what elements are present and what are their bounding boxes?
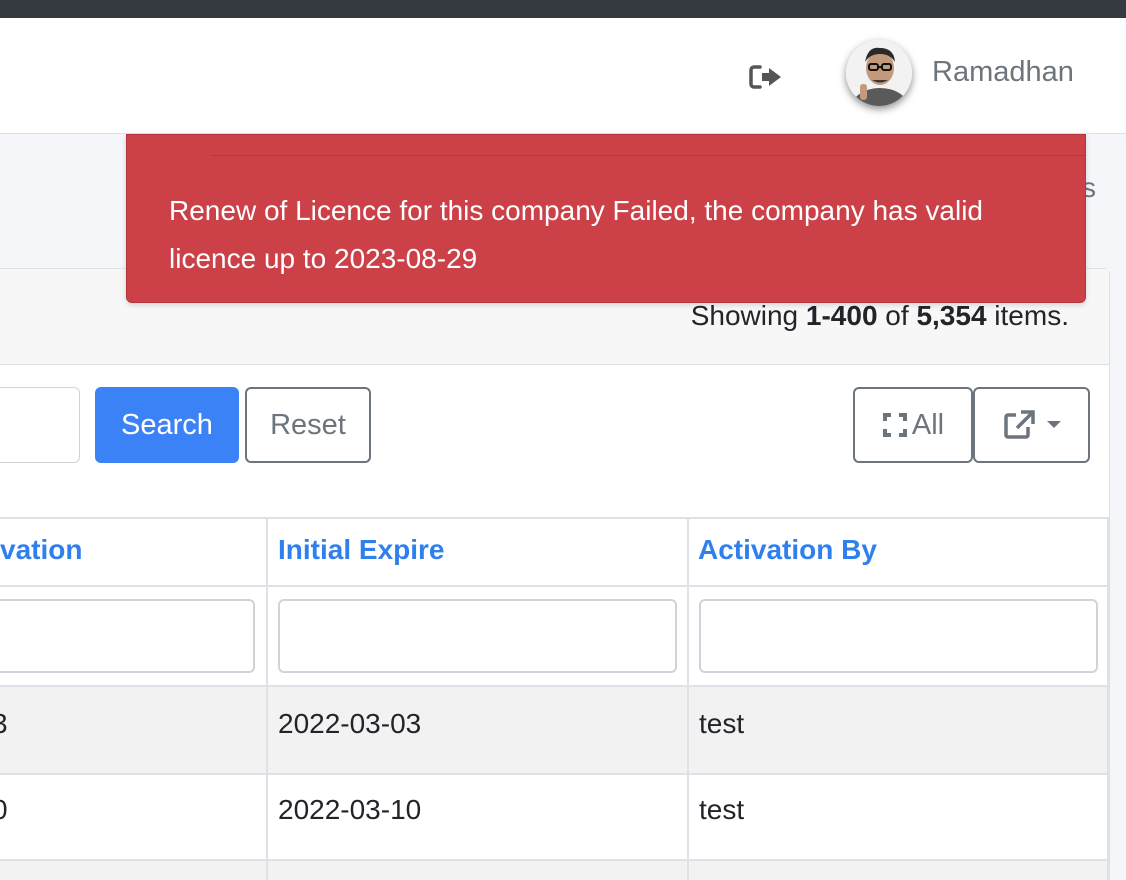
export-menu-button[interactable]: [973, 387, 1090, 463]
column-header-initial-expire[interactable]: Initial Expire: [278, 534, 445, 566]
alert-message: Renew of Licence for this company Failed…: [169, 195, 983, 274]
column-header-activation-by[interactable]: Activation By: [698, 534, 877, 566]
filter-input-activation[interactable]: [0, 599, 255, 673]
filter-input-initial-expire[interactable]: [278, 599, 677, 673]
cell-activation: 3: [0, 708, 8, 740]
username-label[interactable]: Ramadhan: [932, 56, 1074, 89]
column-divider: [687, 517, 689, 880]
caret-down-icon: [1046, 421, 1061, 428]
table-row[interactable]: 0 2022-03-10 test: [0, 775, 1109, 861]
summary-range: 1-400: [805, 300, 878, 331]
column-divider: [1107, 517, 1109, 880]
grid-card: Showing 1-400 of 5,354 items. Search Res…: [0, 268, 1110, 880]
table-row[interactable]: [0, 861, 1109, 880]
summary-total: 5,354: [916, 300, 987, 331]
header-divider: [0, 585, 1109, 587]
external-link-icon: [1003, 410, 1035, 439]
alert-divider: [211, 155, 1085, 156]
search-button[interactable]: Search: [95, 387, 239, 463]
expand-icon: [882, 413, 907, 437]
table-top-border: [0, 517, 1109, 519]
column-divider: [266, 517, 268, 880]
global-search-input[interactable]: [0, 387, 80, 463]
reset-button[interactable]: Reset: [245, 387, 371, 463]
show-all-label: All: [911, 408, 945, 441]
cell-initial-expire: 2022-03-03: [278, 708, 422, 739]
column-header-activation[interactable]: vation: [0, 534, 82, 566]
grid-summary: Showing 1-400 of 5,354 items.: [690, 300, 1069, 331]
table-row[interactable]: 3 2022-03-03 test: [0, 687, 1109, 773]
show-all-button[interactable]: All: [853, 387, 973, 463]
user-avatar[interactable]: [846, 40, 912, 106]
cell-activation-by: test: [699, 794, 745, 825]
cell-initial-expire: 2022-03-10: [278, 794, 422, 825]
sign-out-icon[interactable]: [748, 62, 784, 92]
cell-activation-by: test: [699, 708, 745, 739]
error-alert: Renew of Licence for this company Failed…: [126, 134, 1086, 303]
browser-top-strip: [0, 0, 1126, 18]
filter-input-activation-by[interactable]: [699, 599, 1098, 673]
top-navbar: Ramadhan: [0, 18, 1126, 134]
cell-activation: 0: [0, 794, 8, 826]
